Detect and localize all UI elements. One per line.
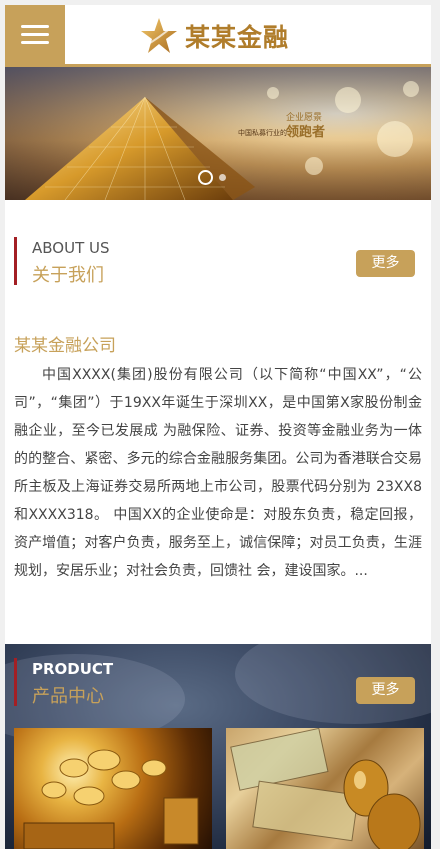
gold-coins-image	[23, 749, 199, 849]
hamburger-menu-icon[interactable]	[5, 5, 65, 65]
menu-line	[21, 41, 49, 44]
company-title[interactable]: 某某金融公司	[14, 331, 116, 356]
about-en-title: ABOUT US	[32, 239, 110, 257]
menu-line	[21, 25, 49, 28]
product-card-gold[interactable]	[14, 728, 212, 849]
section-accent-bar	[14, 658, 17, 706]
products-en-title: PRODUCT	[32, 660, 114, 678]
company-description: 中国XXXX(集团)股份有限公司（以下简称“中国XX”，“公司”，“集团”）于1…	[14, 367, 422, 579]
gold-star-icon	[141, 18, 177, 53]
products-cn-title: 产品中心	[32, 686, 104, 707]
hero-banner[interactable]: 企业愿景 中国私募行业的 领跑者	[5, 67, 431, 200]
banner-slogan-big: 领跑者	[286, 125, 326, 140]
page: 某某金融 企业愿景 中国私募行业的 领跑者 ABOUT US 关于我们 更多 某…	[5, 5, 431, 849]
products-more-button[interactable]: 更多	[356, 677, 415, 704]
products-section: PRODUCT 产品中心 更多	[5, 644, 431, 849]
header: 某某金融	[5, 5, 431, 67]
about-cn-title: 关于我们	[32, 265, 104, 286]
banner-slogan-mid: 中国私募行业的	[238, 129, 287, 137]
glass-pyramid-image	[25, 96, 255, 200]
slider-dot[interactable]	[219, 174, 226, 181]
about-more-button[interactable]: 更多	[356, 250, 415, 277]
menu-line	[21, 33, 49, 36]
money-gold-eggs-image	[230, 728, 421, 849]
logo-text: 某某金融	[185, 23, 290, 52]
section-accent-bar	[14, 237, 17, 285]
slider-dot-active[interactable]	[198, 170, 213, 185]
logo[interactable]: 某某金融	[139, 13, 289, 59]
product-card-money[interactable]	[226, 728, 424, 849]
